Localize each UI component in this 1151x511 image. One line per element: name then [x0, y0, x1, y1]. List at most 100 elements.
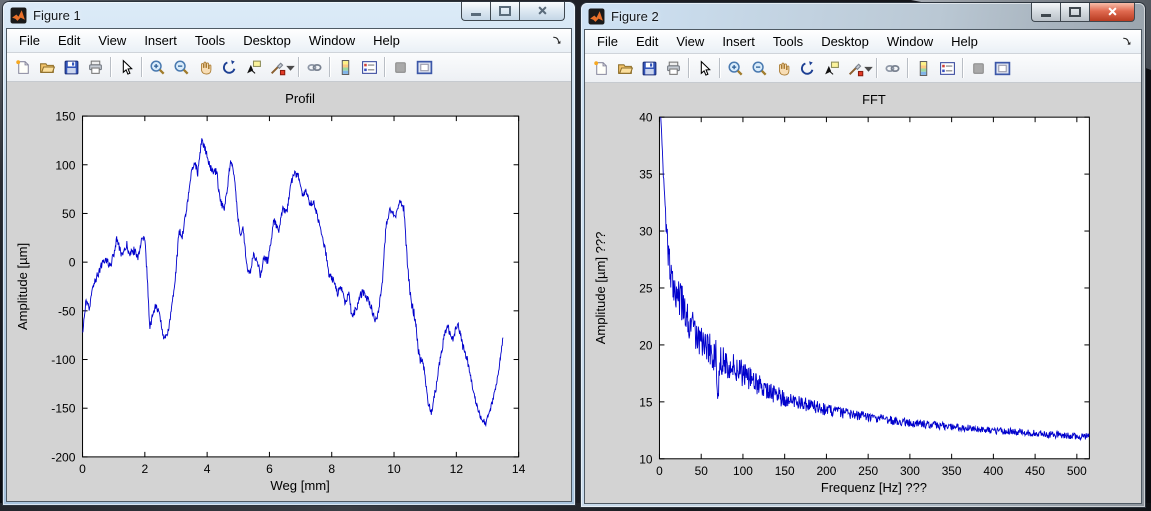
- edit-plot-button[interactable]: [692, 56, 716, 80]
- link-plot-button[interactable]: [880, 56, 904, 80]
- toolbar-separator: [110, 57, 111, 77]
- zoom-in-button[interactable]: [723, 56, 747, 80]
- brush-dropdown-button[interactable]: [863, 56, 873, 80]
- print-icon: [665, 60, 682, 77]
- zoom-in-icon: [727, 60, 744, 77]
- show-plot-tools-button[interactable]: [990, 56, 1014, 80]
- hide-plot-tools-button[interactable]: [388, 55, 412, 79]
- figure2-content: FileEditViewInsertToolsDesktopWindowHelp…: [584, 29, 1142, 504]
- colorbar-icon: [337, 59, 354, 76]
- y-tick-label: 30: [639, 224, 653, 238]
- hide-plot-tools-icon: [970, 60, 987, 77]
- save-figure-button[interactable]: [637, 56, 661, 80]
- menu-item-tools[interactable]: Tools: [186, 30, 234, 51]
- link-plot-button[interactable]: [302, 55, 326, 79]
- figure2-titlebar[interactable]: Figure 2: [584, 3, 1142, 29]
- menu-item-help[interactable]: Help: [364, 30, 409, 51]
- menu-item-window[interactable]: Window: [878, 31, 942, 52]
- matlab-logo-icon: [10, 7, 26, 23]
- menu-item-file[interactable]: File: [588, 31, 627, 52]
- brush-dropdown-button[interactable]: [285, 55, 295, 79]
- save-figure-button[interactable]: [59, 55, 83, 79]
- dock-figure-icon[interactable]: [1121, 36, 1133, 48]
- y-tick-label: 0: [69, 256, 76, 270]
- maximize-button[interactable]: [1060, 3, 1089, 22]
- x-axis-label: Weg [mm]: [270, 478, 329, 493]
- rotate-3d-button[interactable]: [217, 55, 241, 79]
- toolbar-separator: [329, 57, 330, 77]
- figure1-window: Figure 1 FileEditViewInsertToolsDesktopW…: [3, 2, 575, 505]
- minimize-icon: [471, 13, 481, 16]
- data-cursor-button[interactable]: [241, 55, 265, 79]
- menu-item-window[interactable]: Window: [300, 30, 364, 51]
- insert-legend-button[interactable]: [935, 56, 959, 80]
- menu-item-view[interactable]: View: [667, 31, 713, 52]
- figure1-content: FileEditViewInsertToolsDesktopWindowHelp…: [6, 28, 572, 502]
- figure1-titlebar[interactable]: Figure 1: [6, 2, 572, 28]
- print-figure-button[interactable]: [83, 55, 107, 79]
- minimize-button[interactable]: [461, 2, 490, 21]
- x-tick-label: 100: [733, 464, 753, 478]
- y-tick-label: 100: [55, 158, 75, 172]
- new-figure-button[interactable]: [589, 56, 613, 80]
- close-button[interactable]: [1089, 3, 1135, 22]
- rotate-3d-button[interactable]: [795, 56, 819, 80]
- menu-item-desktop[interactable]: Desktop: [234, 30, 300, 51]
- x-tick-label: 200: [816, 464, 836, 478]
- save-icon: [63, 59, 80, 76]
- y-tick-label: 10: [639, 452, 653, 466]
- zoom-in-button[interactable]: [145, 55, 169, 79]
- plot-frame: [659, 117, 1089, 459]
- zoom-out-icon: [751, 60, 768, 77]
- menu-item-edit[interactable]: Edit: [627, 31, 667, 52]
- zoom-out-icon: [173, 59, 190, 76]
- x-tick-label: 300: [900, 464, 920, 478]
- menu-item-file[interactable]: File: [10, 30, 49, 51]
- menu-item-help[interactable]: Help: [942, 31, 987, 52]
- dock-figure-icon[interactable]: [551, 35, 563, 47]
- x-tick-label: 150: [775, 464, 795, 478]
- x-tick-label: 500: [1067, 464, 1087, 478]
- zoom-out-button[interactable]: [169, 55, 193, 79]
- menu-item-insert[interactable]: Insert: [135, 30, 186, 51]
- menu-item-insert[interactable]: Insert: [713, 31, 764, 52]
- window-controls: [1031, 3, 1135, 22]
- maximize-button[interactable]: [490, 2, 519, 21]
- open-folder-icon: [617, 60, 634, 77]
- edit-plot-button[interactable]: [114, 55, 138, 79]
- link-icon: [884, 60, 901, 77]
- x-tick-label: 450: [1025, 464, 1045, 478]
- pan-button[interactable]: [193, 55, 217, 79]
- menu-item-view[interactable]: View: [89, 30, 135, 51]
- open-file-button[interactable]: [35, 55, 59, 79]
- y-tick-label: 40: [639, 111, 653, 125]
- window-title: Figure 1: [33, 8, 81, 23]
- menu-item-edit[interactable]: Edit: [49, 30, 89, 51]
- hide-plot-tools-button[interactable]: [966, 56, 990, 80]
- new-figure-button[interactable]: [11, 55, 35, 79]
- toolbar-separator: [876, 58, 877, 78]
- pointer-arrow-icon: [118, 59, 135, 76]
- open-file-button[interactable]: [613, 56, 637, 80]
- plot-area[interactable]: FFT Frequenz [Hz] ??? Amplitude [µm] ???…: [585, 83, 1141, 503]
- menu-item-tools[interactable]: Tools: [764, 31, 812, 52]
- maximize-icon: [499, 6, 511, 16]
- insert-legend-button[interactable]: [357, 55, 381, 79]
- show-plot-tools-button[interactable]: [412, 55, 436, 79]
- insert-colorbar-button[interactable]: [333, 55, 357, 79]
- y-tick-label: 35: [639, 168, 653, 182]
- close-button[interactable]: [519, 2, 565, 21]
- zoom-out-button[interactable]: [747, 56, 771, 80]
- toolbar-separator: [298, 57, 299, 77]
- menu-item-desktop[interactable]: Desktop: [812, 31, 878, 52]
- plot-area[interactable]: Profil Weg [mm] Amplitude [µm] 024681012…: [7, 82, 571, 501]
- insert-colorbar-button[interactable]: [911, 56, 935, 80]
- window-controls: [461, 2, 565, 21]
- toolbar-separator: [688, 58, 689, 78]
- x-tick-label: 2: [141, 462, 148, 476]
- print-figure-button[interactable]: [661, 56, 685, 80]
- minimize-button[interactable]: [1031, 3, 1060, 22]
- pan-button[interactable]: [771, 56, 795, 80]
- data-cursor-button[interactable]: [819, 56, 843, 80]
- x-tick-label: 12: [450, 462, 464, 476]
